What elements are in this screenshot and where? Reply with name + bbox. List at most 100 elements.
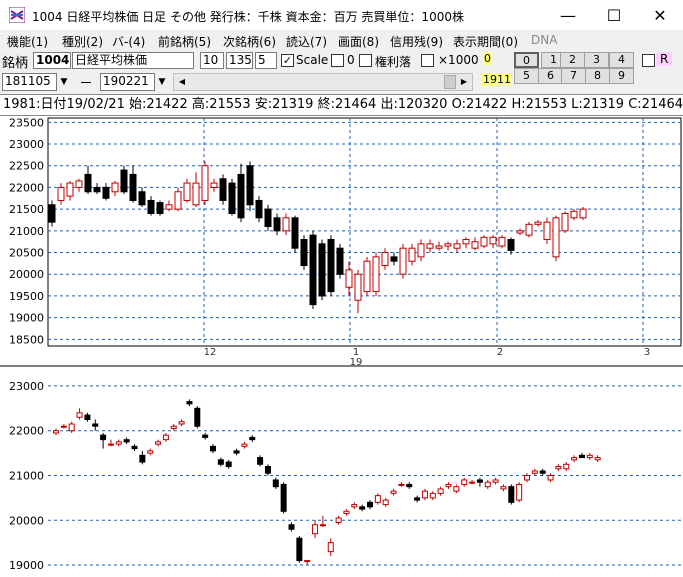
y-tick-label: 22000	[9, 425, 44, 438]
candle-body	[129, 173, 137, 201]
candle-body	[92, 423, 99, 427]
candle-body	[561, 212, 569, 232]
num-button-2[interactable]: 2	[560, 52, 585, 68]
candle-body	[139, 454, 146, 463]
candle-body	[345, 269, 353, 288]
candle-body	[426, 243, 434, 249]
candle-body	[547, 474, 554, 481]
candle-body	[524, 474, 530, 481]
num-button-8[interactable]: 8	[585, 68, 610, 84]
candle-body	[471, 241, 479, 249]
candle-body	[75, 180, 83, 188]
candle-body	[354, 273, 362, 301]
menu-prev-symbol[interactable]: 前銘柄(5)	[158, 33, 211, 50]
start-date-dropdown-icon[interactable]: ▼	[57, 73, 71, 91]
candle-body	[100, 434, 107, 441]
y-tick-label: 19500	[9, 290, 44, 303]
x1000-checkbox[interactable]	[421, 54, 434, 67]
candle-body	[165, 204, 173, 210]
symbol-name-field[interactable]: 日経平均株価	[72, 52, 194, 69]
candle-body	[66, 182, 74, 197]
num-button-0[interactable]: 0	[514, 52, 539, 68]
candle-body	[570, 210, 578, 219]
candle-body	[372, 256, 380, 293]
scroll-right-icon[interactable]: ▶	[456, 74, 472, 90]
menu-dna[interactable]: DNA	[531, 33, 557, 47]
candle-body	[304, 560, 311, 563]
kenri-checkbox[interactable]	[359, 54, 372, 67]
candle-body	[264, 466, 271, 474]
menu-bar: 機能(1) 種別(2) バ-(4) 前銘柄(5) 次銘柄(6) 読込(7) 画面…	[0, 30, 683, 50]
candle-body	[579, 208, 587, 219]
num-button-4[interactable]: 4	[609, 52, 634, 68]
candle-body	[219, 178, 227, 201]
candle-body	[202, 434, 209, 438]
candle-body	[336, 247, 344, 275]
num-button-9[interactable]: 9	[609, 68, 634, 84]
candle-body	[359, 506, 366, 510]
candle-body	[280, 483, 287, 512]
num-button-6[interactable]: 6	[538, 68, 563, 84]
candle-body	[480, 236, 488, 247]
x1000-label: ×1000	[438, 53, 479, 67]
scroll-left-icon[interactable]: ◀	[174, 74, 190, 90]
y-tick-label: 21000	[9, 225, 44, 238]
symbol-code-input[interactable]: 1004	[33, 52, 71, 69]
candle-body	[319, 524, 326, 527]
candlestick-charts: 1850019000195002000020500210002150022000…	[0, 116, 683, 572]
candle-body	[53, 430, 59, 434]
param-b-input[interactable]: 1350	[226, 52, 253, 69]
candle-body	[445, 483, 452, 488]
num-button-3[interactable]: 3	[584, 52, 609, 68]
app-window: 1004 日経平均株価 日足 その他 発行株：千株 資本金：百万 売買単位：10…	[0, 0, 683, 577]
end-date-dropdown-icon[interactable]: ▼	[155, 73, 169, 91]
r-checkbox[interactable]	[642, 54, 655, 67]
chart-area[interactable]: 18500 19000 19500 20000 20500 21000 21500 22000…	[0, 116, 683, 577]
candle-body	[414, 497, 421, 501]
menu-period[interactable]: 表示期間(0)	[453, 33, 518, 50]
menu-bar-type[interactable]: バ-(4)	[112, 33, 145, 50]
param-c-input[interactable]: 5	[255, 52, 277, 69]
candle-body	[156, 202, 164, 214]
menu-next-symbol[interactable]: 次銘柄(6)	[223, 33, 276, 50]
end-date-select[interactable]: 190221	[100, 73, 155, 91]
num-button-7[interactable]: 7	[561, 68, 586, 84]
scroll-thumb[interactable]	[444, 75, 456, 89]
menu-margin[interactable]: 信用残(9)	[390, 33, 443, 50]
period-scrollbar[interactable]: ◀ ▶	[173, 73, 473, 91]
candle-body	[408, 247, 416, 262]
close-button[interactable]: ✕	[637, 0, 683, 30]
minimize-button[interactable]: —	[545, 0, 591, 30]
candle-body	[111, 182, 119, 193]
candle-body	[183, 182, 191, 201]
candle-body	[525, 223, 533, 236]
scale-checkbox[interactable]: ✓	[281, 54, 294, 67]
num-button-5[interactable]: 5	[514, 68, 539, 84]
candle-body	[131, 445, 138, 450]
param-a-input[interactable]: 10	[200, 52, 224, 69]
candle-body	[107, 443, 114, 446]
maximize-button[interactable]: ☐	[591, 0, 637, 30]
zero-checkbox[interactable]	[331, 54, 344, 67]
candle-body	[534, 221, 542, 225]
y-tick-label: 18500	[9, 333, 44, 346]
y-tick-label: 19000	[9, 559, 44, 572]
candle-body	[398, 483, 405, 486]
menu-load[interactable]: 読込(7)	[286, 33, 327, 50]
menu-screen[interactable]: 画面(8)	[338, 33, 379, 50]
candle-body	[462, 239, 470, 245]
candle-body	[421, 490, 428, 499]
menu-kinou[interactable]: 機能(1)	[7, 33, 48, 50]
candle-body	[489, 236, 497, 245]
candle-body	[343, 510, 350, 515]
menu-shubetsu[interactable]: 種別(2)	[62, 33, 103, 50]
symbol-label: 銘柄	[2, 56, 29, 71]
candle-body	[123, 439, 130, 443]
candle-body	[102, 186, 110, 199]
start-date-select[interactable]: 181105	[2, 73, 57, 91]
candle-body	[241, 443, 248, 447]
candle-body	[162, 434, 169, 441]
y-tick-label: 21000	[9, 469, 44, 482]
candle-body	[138, 191, 146, 206]
candle-body	[300, 239, 308, 267]
